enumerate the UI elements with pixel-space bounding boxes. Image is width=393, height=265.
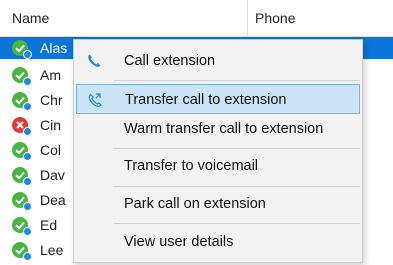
menu-item-transfer-voicemail[interactable]: Transfer to voicemail [76,151,360,181]
available-status-icon [12,40,32,59]
phone-icon [86,53,102,69]
menu-item-label: Transfer to voicemail [124,158,259,174]
available-status-icon [12,92,32,111]
menu-separator [114,80,360,81]
transfer-phone-icon [87,92,103,108]
menu-item-view-user-details[interactable]: View user details [76,227,360,257]
menu-item-label: Call extension [124,53,216,69]
available-status-icon [12,142,32,161]
menu-item-label: Park call on extension [124,196,266,212]
menu-item-park-call[interactable]: Park call on extension [76,189,360,219]
phone-column-header[interactable]: Phone [255,0,295,36]
available-status-icon [12,167,32,186]
name-column-header[interactable]: Name [0,0,248,36]
contact-name: Lee [40,242,64,258]
menu-item-warm-transfer[interactable]: Warm transfer call to extension [76,114,360,144]
contacts-table-header: Name Phone [0,0,393,37]
contact-name: Chr [40,92,63,108]
contact-name: Ed [40,217,58,233]
contact-name: Alas [40,40,68,56]
menu-item-label: Warm transfer call to extension [124,121,324,137]
contact-name: Dea [40,192,66,208]
menu-separator [114,223,360,224]
available-status-icon [12,217,32,236]
contact-name: Am [40,67,61,83]
contact-name: Cin [40,117,62,133]
menu-separator [114,148,360,149]
context-menu: Call extension Transfer call to extensio… [73,39,363,263]
available-status-icon [12,192,32,211]
contact-name: Dav [40,167,65,183]
menu-separator [114,186,360,187]
menu-item-label: Transfer call to extension [125,92,287,108]
available-status-icon [12,242,32,261]
contact-name: Col [40,142,62,158]
available-status-icon [12,67,32,86]
menu-item-transfer-call[interactable]: Transfer call to extension [76,84,360,114]
offline-status-icon [12,117,32,136]
menu-item-call-extension[interactable]: Call extension [76,46,360,76]
menu-item-label: View user details [124,234,234,250]
